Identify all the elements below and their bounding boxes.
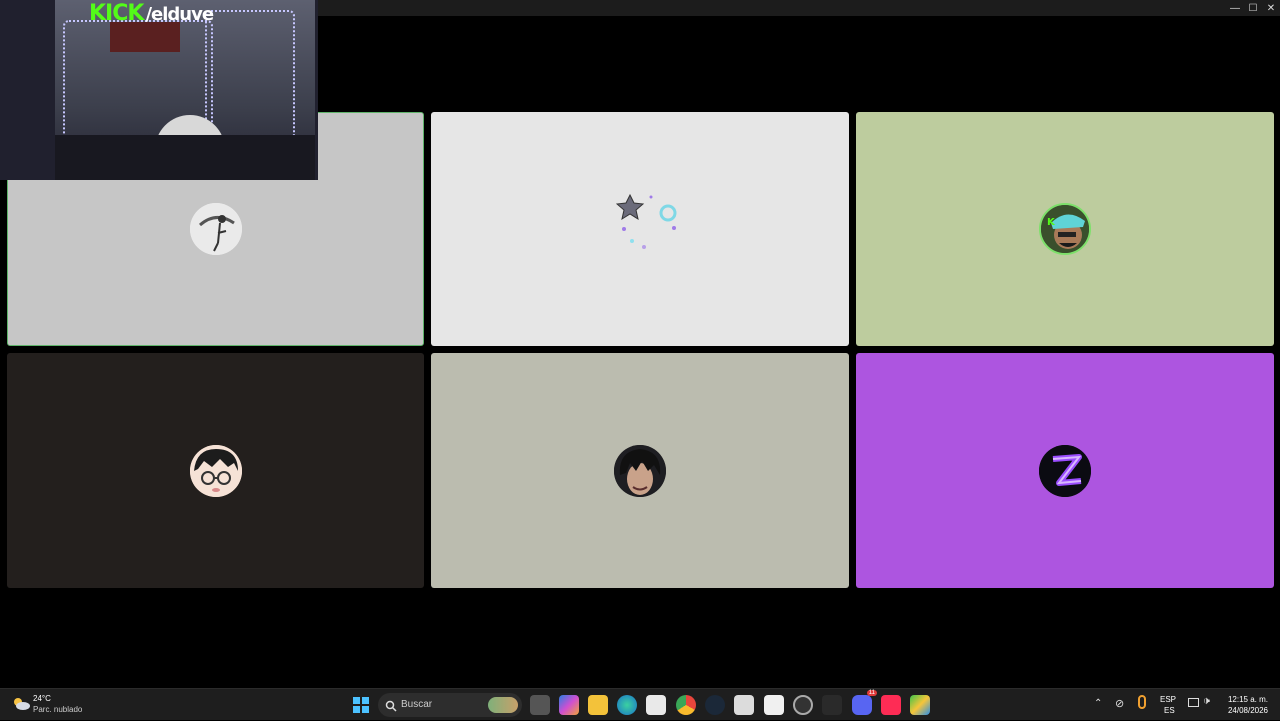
microphone-icon[interactable] <box>1138 695 1146 709</box>
task-view-icon[interactable] <box>530 695 550 715</box>
weather-temp: 24°C <box>33 694 51 703</box>
store-icon[interactable] <box>646 695 666 715</box>
cloud-sun-icon <box>12 697 30 711</box>
file-explorer-icon[interactable] <box>588 695 608 715</box>
kick-logo: KICK/elduve <box>89 1 214 26</box>
webcam-overlay: KICK/elduve <box>0 0 318 180</box>
speaker-icon[interactable]: 🕩 <box>1203 695 1210 708</box>
maximize-button[interactable]: ☐ <box>1244 1 1262 15</box>
discord-icon[interactable]: 11 <box>852 690 877 715</box>
participant-tile-6[interactable] <box>856 353 1274 588</box>
tiktok-icon[interactable] <box>881 695 901 715</box>
chevron-up-icon[interactable]: ⌃ <box>1094 698 1102 709</box>
participant-avatar <box>614 444 666 497</box>
poster-image <box>110 22 180 52</box>
kick-handle-text: /elduve <box>145 4 214 25</box>
search-icon <box>385 699 397 717</box>
minimize-button[interactable]: — <box>1226 1 1244 15</box>
edge-icon[interactable] <box>617 695 637 715</box>
start-icon[interactable] <box>351 695 371 715</box>
kick-brand-text: KICK <box>89 1 144 26</box>
participant-tile-3[interactable]: K <box>856 112 1274 346</box>
participant-avatar <box>1039 444 1091 497</box>
taskbar: 24°C Parc. nublado Buscar 11 ⌃ ⊘ ESP ES … <box>0 688 1280 720</box>
bluestacks-icon[interactable] <box>910 695 930 715</box>
notepad-icon[interactable] <box>734 695 754 715</box>
search-box[interactable]: Buscar <box>378 693 522 717</box>
close-button[interactable]: ✕ <box>1262 1 1280 15</box>
participant-avatar <box>189 203 242 255</box>
participant-tile-4[interactable] <box>7 353 424 588</box>
capcut-icon[interactable] <box>764 695 784 715</box>
participant-tile-2[interactable] <box>431 112 849 346</box>
participant-avatar: K <box>1039 203 1091 255</box>
svg-text:K: K <box>1047 217 1056 228</box>
weather-desc: Parc. nublado <box>33 705 83 714</box>
steam-icon[interactable] <box>705 695 725 715</box>
participant-avatar <box>616 193 682 259</box>
network-off-icon[interactable]: ⊘ <box>1115 697 1124 710</box>
display-icon[interactable] <box>1188 698 1199 707</box>
m365-icon[interactable] <box>559 695 579 715</box>
clock-time[interactable]: 12:15 a. m. <box>1222 695 1268 704</box>
language-bottom[interactable]: ES <box>1164 706 1175 715</box>
search-highlight-image <box>488 697 518 713</box>
epic-games-icon[interactable] <box>822 695 842 715</box>
language-top[interactable]: ESP <box>1160 695 1176 704</box>
chrome-icon[interactable] <box>676 695 696 715</box>
webcam-feed <box>55 0 315 180</box>
discord-badge: 11 <box>866 690 877 696</box>
participant-tile-5[interactable] <box>431 353 849 588</box>
clock-date[interactable]: 24/08/2026 <box>1222 706 1268 715</box>
participant-avatar <box>189 444 242 497</box>
app-icon[interactable] <box>793 695 813 715</box>
weather-widget[interactable]: 24°C Parc. nublado <box>0 689 100 721</box>
search-placeholder: Buscar <box>401 699 433 710</box>
